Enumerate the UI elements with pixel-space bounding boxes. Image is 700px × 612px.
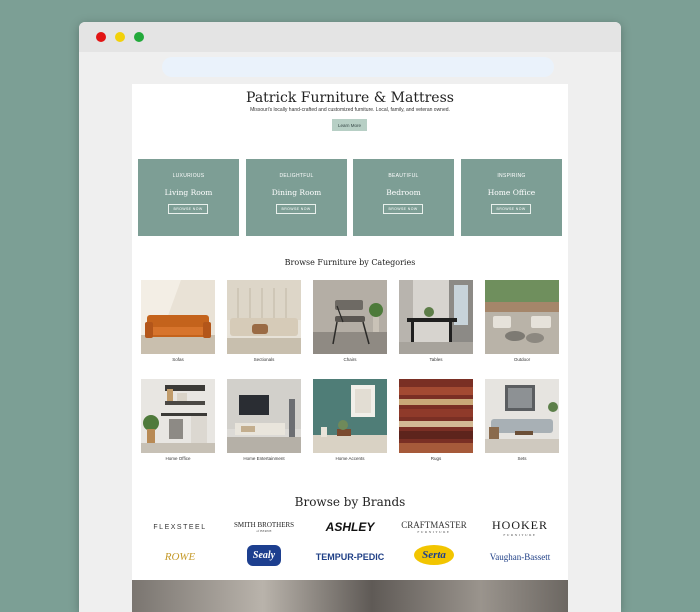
- brand-name: Vaughan-Bassett: [489, 552, 551, 562]
- category-label: Home Office: [165, 456, 191, 461]
- brands-heading: Browse by Brands: [294, 495, 406, 509]
- home-accents-image[interactable]: [313, 379, 387, 453]
- brand-logo-ashley[interactable]: ASHLEY: [312, 514, 388, 540]
- room-kicker: LUXURIOUS: [172, 173, 205, 179]
- brand-logo-tempur-pedic[interactable]: TEMPUR-PEDIC: [312, 544, 388, 570]
- category-label: Home Accents: [335, 456, 365, 461]
- brand-name: FLEXSTEEL: [153, 523, 207, 531]
- brand-logo-sealy[interactable]: Sealy: [226, 542, 302, 568]
- table-image[interactable]: [399, 280, 473, 354]
- room-card-living-room[interactable]: LUXURIOUS Living Room BROWSE NOW: [138, 159, 239, 236]
- brand-name: HOOKER: [492, 517, 548, 532]
- browse-now-button[interactable]: BROWSE NOW: [491, 204, 531, 214]
- home-office-image[interactable]: [141, 379, 215, 453]
- room-title: Bedroom: [386, 188, 421, 197]
- minimize-window-icon[interactable]: [115, 32, 125, 42]
- category-label: Outdoor: [513, 357, 531, 362]
- room-kicker: DELIGHTFUL: [279, 173, 314, 179]
- room-card-bedroom[interactable]: BEAUTIFUL Bedroom BROWSE NOW: [353, 159, 454, 236]
- outdoor-image[interactable]: [485, 280, 559, 354]
- brand-name: ASHLEY: [325, 520, 375, 534]
- room-card-home-office[interactable]: INSPIRING Home Office BROWSE NOW: [461, 159, 562, 236]
- brand-name: CRAFTMASTER: [401, 520, 467, 530]
- category-label: Sofas: [172, 357, 184, 362]
- room-title: Living Room: [164, 188, 213, 197]
- brand-logo-hooker[interactable]: HOOKER FURNITURE: [482, 514, 558, 540]
- web-page: Patrick Furniture & Mattress Missouri's …: [132, 84, 568, 612]
- brand-logo-craftmaster[interactable]: CRAFTMASTER FURNITURE: [396, 514, 472, 540]
- rugs-image[interactable]: [399, 379, 473, 453]
- footer-image-strip: [132, 580, 568, 612]
- room-title: Home Office: [487, 188, 536, 197]
- sectional-image[interactable]: [227, 280, 301, 354]
- category-label: Sectionals: [253, 357, 275, 362]
- brand-name: SMITH BROTHERS: [233, 521, 295, 529]
- maximize-window-icon[interactable]: [134, 32, 144, 42]
- category-label: Chairs: [343, 357, 357, 362]
- brand-name: Serta: [414, 545, 454, 565]
- category-label: Rugs: [430, 456, 442, 461]
- sets-image[interactable]: [485, 379, 559, 453]
- browse-now-button[interactable]: BROWSE NOW: [168, 204, 208, 214]
- home-entertainment-image[interactable]: [227, 379, 301, 453]
- room-title: Dining Room: [271, 188, 322, 197]
- room-kicker: BEAUTIFUL: [388, 173, 419, 179]
- brand-subname: of BERNE: [256, 529, 272, 533]
- learn-more-button[interactable]: Learn More: [332, 119, 367, 131]
- brand-name: Sealy: [246, 544, 282, 566]
- room-kicker: INSPIRING: [497, 173, 526, 179]
- brand-subname: FURNITURE: [503, 532, 537, 537]
- chair-image[interactable]: [313, 280, 387, 354]
- brand-subname: FURNITURE: [417, 530, 451, 534]
- page-title: Patrick Furniture & Mattress: [246, 90, 454, 106]
- category-label: Sets: [517, 456, 527, 461]
- browse-now-button[interactable]: BROWSE NOW: [276, 204, 316, 214]
- room-card-dining-room[interactable]: DELIGHTFUL Dining Room BROWSE NOW: [246, 159, 347, 236]
- browse-now-button[interactable]: BROWSE NOW: [383, 204, 423, 214]
- close-window-icon[interactable]: [96, 32, 106, 42]
- sofa-image[interactable]: [141, 280, 215, 354]
- category-label: Home Entertainment: [243, 456, 285, 461]
- address-bar[interactable]: [162, 57, 554, 77]
- brand-name: ROWE: [164, 551, 196, 563]
- title-bar: [79, 22, 621, 52]
- brand-logo-rowe[interactable]: ROWE: [142, 544, 218, 570]
- categories-heading: Browse Furniture by Categories: [284, 258, 416, 267]
- page-subtitle: Missouri's locally hand-crafted and cust…: [250, 107, 450, 113]
- brand-logo-flexsteel[interactable]: FLEXSTEEL: [142, 514, 218, 540]
- brand-logo-smith-brothers[interactable]: SMITH BROTHERS of BERNE: [226, 514, 302, 540]
- brand-name: TEMPUR-PEDIC: [315, 552, 385, 562]
- brand-logo-serta[interactable]: Serta: [396, 542, 472, 568]
- brand-logo-vaughan-bassett[interactable]: Vaughan-Bassett: [482, 544, 558, 570]
- browser-window: Patrick Furniture & Mattress Missouri's …: [79, 22, 621, 612]
- category-label: Tables: [429, 357, 443, 362]
